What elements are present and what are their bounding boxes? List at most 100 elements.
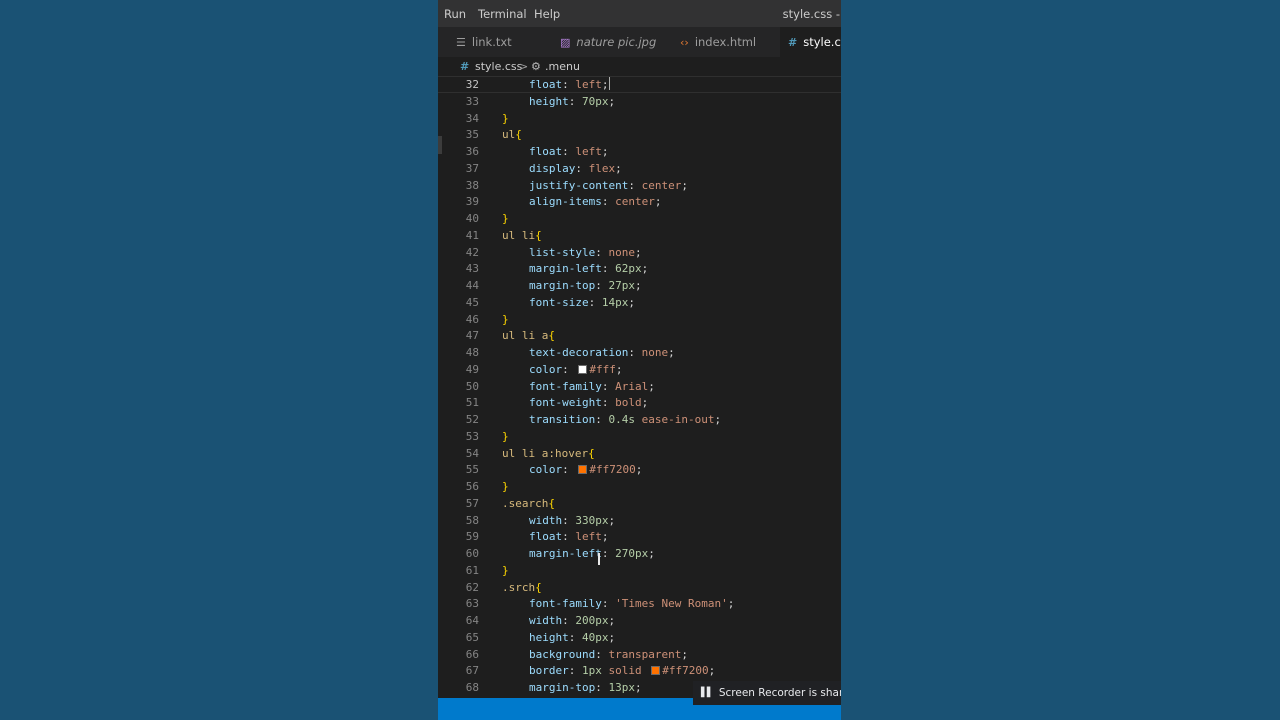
- code-text: margin-left: 62px;: [529, 262, 649, 276]
- code-line[interactable]: 43 margin-left: 62px;: [438, 260, 841, 277]
- color-swatch[interactable]: [651, 666, 661, 676]
- code-line[interactable]: 45 font-size: 14px;: [438, 294, 841, 311]
- code-text: }: [502, 429, 509, 443]
- line-number: 45: [465, 295, 479, 309]
- breadcrumb-file[interactable]: style.css: [475, 60, 522, 73]
- line-number: 40: [465, 212, 479, 225]
- code-line[interactable]: 40}: [438, 210, 841, 227]
- code-line[interactable]: 48 text-decoration: none;: [438, 344, 841, 361]
- code-line[interactable]: 65 height: 40px;: [438, 629, 841, 646]
- code-line[interactable]: 44 margin-top: 27px;: [438, 277, 841, 294]
- code-line[interactable]: 47 ul li a{: [438, 327, 841, 344]
- line-number: 58: [465, 513, 479, 527]
- mouse-cursor-icon: [598, 553, 600, 565]
- code-line[interactable]: 58 width: 330px;: [438, 512, 841, 529]
- line-number: 53: [465, 429, 479, 443]
- menu-help[interactable]: Help: [534, 7, 560, 21]
- line-number: 62: [465, 580, 479, 594]
- code-text: ul li{: [502, 228, 542, 242]
- line-number: 54: [465, 446, 479, 460]
- tab-label: nature pic.jpg: [576, 35, 657, 49]
- screen-recorder-toast[interactable]: ▌▌ Screen Recorder is sharing: [693, 681, 841, 705]
- code-line[interactable]: 49 color: #fff;: [438, 361, 841, 378]
- tab-label: link.txt: [471, 35, 512, 49]
- tab-index-html[interactable]: ‹› index.html: [672, 27, 780, 57]
- code-line[interactable]: 55 color: #ff7200;: [438, 461, 841, 478]
- tab-style-css[interactable]: # style.css: [780, 27, 841, 57]
- line-number: 65: [465, 630, 479, 644]
- code-text: }: [502, 212, 509, 225]
- code-text: height: 40px;: [529, 630, 616, 644]
- menu-terminal[interactable]: Terminal: [478, 7, 527, 21]
- code-text: .search{: [502, 496, 555, 510]
- code-line[interactable]: 36 float: left;: [438, 143, 841, 160]
- code-line[interactable]: 50 font-family: Arial;: [438, 378, 841, 395]
- line-number: 32: [465, 78, 479, 91]
- line-number: 42: [465, 245, 479, 259]
- code-line[interactable]: 66 background: transparent;: [438, 646, 841, 663]
- code-line[interactable]: 46}: [438, 311, 841, 328]
- line-number: 50: [465, 379, 479, 393]
- code-line[interactable]: 42 list-style: none;: [438, 244, 841, 261]
- code-line[interactable]: 51 font-weight: bold;: [438, 394, 841, 411]
- code-text: align-items: center;: [529, 195, 662, 209]
- code-text: .srch{: [502, 580, 542, 594]
- menu-bar: Run Terminal Help style.css -: [438, 0, 841, 27]
- code-line[interactable]: 32 float: left;: [438, 76, 841, 93]
- code-text: font-size: 14px;: [529, 295, 635, 309]
- code-text: transition: 0.4s ease-in-out;: [529, 413, 722, 426]
- code-line[interactable]: 60 margin-left: 270px;: [438, 545, 841, 562]
- code-text: margin-top: 13px;: [529, 681, 642, 694]
- scrollbar[interactable]: [438, 136, 442, 154]
- code-line[interactable]: 63 font-family: 'Times New Roman';: [438, 595, 841, 612]
- code-text: ul li a:hover{: [502, 446, 595, 460]
- code-line[interactable]: 62 .srch{: [438, 579, 841, 596]
- code-line[interactable]: 35 ul{: [438, 126, 841, 143]
- code-text: }: [502, 312, 509, 326]
- line-number: 33: [465, 94, 479, 108]
- line-number: 35: [465, 128, 479, 142]
- code-line[interactable]: 56}: [438, 478, 841, 495]
- line-number: 67: [465, 664, 479, 678]
- code-text: }: [502, 111, 509, 125]
- code-text: list-style: none;: [529, 245, 642, 259]
- code-line[interactable]: 34}: [438, 110, 841, 127]
- line-number: 46: [465, 312, 479, 326]
- code-line[interactable]: 61}: [438, 562, 841, 579]
- tab-link-txt[interactable]: ☰ link.txt: [438, 27, 528, 57]
- breadcrumb-symbol[interactable]: .menu: [545, 60, 580, 73]
- code-line[interactable]: 39 align-items: center;: [438, 193, 841, 210]
- code-line[interactable]: 67 border: 1px solid #ff7200;: [438, 662, 841, 679]
- breadcrumb-separator: >: [519, 60, 529, 73]
- code-line[interactable]: 41 ul li{: [438, 227, 841, 244]
- color-swatch[interactable]: [578, 364, 588, 374]
- line-number: 38: [465, 178, 479, 192]
- line-number: 51: [465, 396, 479, 410]
- code-line[interactable]: 54 ul li a:hover{: [438, 445, 841, 462]
- code-text: height: 70px;: [529, 94, 616, 108]
- code-line[interactable]: 37 display: flex;: [438, 160, 841, 177]
- code-line[interactable]: 53}: [438, 428, 841, 445]
- code-line[interactable]: 33 height: 70px;: [438, 93, 841, 110]
- code-line[interactable]: 64 width: 200px;: [438, 612, 841, 629]
- code-editor[interactable]: 32 float: left; 33 height: 70px; 34} 35 ul{36 f…: [438, 76, 841, 698]
- tab-label: style.css: [803, 35, 841, 49]
- code-text: margin-left: 270px;: [529, 547, 655, 560]
- menu-run[interactable]: Run: [444, 7, 466, 21]
- line-number: 57: [465, 496, 479, 510]
- tab-nature-pic[interactable]: ▨ nature pic.jpg: [544, 27, 672, 57]
- code-line[interactable]: 38 justify-content: center;: [438, 177, 841, 194]
- pause-icon: ▌▌: [701, 688, 714, 698]
- color-swatch[interactable]: [578, 465, 588, 475]
- code-text: color: #ff7200;: [529, 463, 643, 477]
- line-number: 63: [465, 597, 479, 611]
- code-text: margin-top: 27px;: [529, 279, 642, 292]
- line-number: 47: [465, 329, 479, 343]
- code-line[interactable]: 52 transition: 0.4s ease-in-out;: [438, 411, 841, 428]
- code-line[interactable]: 57 .search{: [438, 495, 841, 512]
- line-number: 37: [465, 161, 479, 175]
- line-number: 59: [465, 530, 479, 544]
- line-number: 52: [465, 413, 479, 426]
- code-text: float: left;: [529, 145, 609, 158]
- code-line[interactable]: 59 float: left;: [438, 528, 841, 545]
